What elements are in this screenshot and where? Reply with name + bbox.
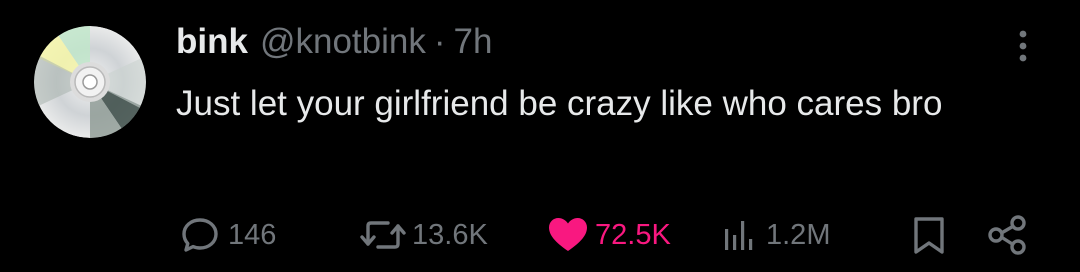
share-button[interactable] (984, 210, 1030, 260)
reply-count: 146 (228, 218, 277, 251)
repost-count: 13.6K (412, 218, 488, 251)
repost-button[interactable]: 13.6K (358, 210, 488, 260)
views-button[interactable]: 1.2M (718, 210, 830, 260)
bookmark-icon (914, 217, 944, 254)
tweet-card[interactable]: bink @knotbink · 7h Just let your girlfr… (0, 0, 1080, 272)
share-icon (988, 215, 1026, 255)
heart-filled-icon (549, 218, 587, 251)
display-name[interactable]: bink (176, 22, 248, 62)
cd-disc-icon (34, 26, 146, 138)
more-vertical-icon (1019, 30, 1027, 62)
views-bar-chart-icon (725, 221, 753, 250)
tweet-header: bink @knotbink · 7h (176, 22, 492, 66)
reply-bubble-icon (182, 218, 218, 252)
like-count: 72.5K (595, 218, 671, 251)
header-separator: · (433, 22, 446, 61)
bookmark-button[interactable] (906, 210, 952, 260)
tweet-text: Just let your girlfriend be crazy like w… (176, 84, 943, 123)
views-count: 1.2M (766, 218, 831, 251)
repost-arrows-icon (360, 221, 406, 249)
more-options-button[interactable] (1006, 26, 1040, 66)
avatar[interactable] (34, 26, 146, 138)
user-handle[interactable]: @knotbink (260, 22, 426, 62)
tweet-timestamp[interactable]: 7h (454, 22, 493, 62)
reply-button[interactable]: 146 (178, 210, 276, 260)
tweet-actions-bar: 146 13.6K 72.5K 1.2M (0, 210, 1080, 260)
like-button[interactable]: 72.5K (545, 210, 671, 260)
